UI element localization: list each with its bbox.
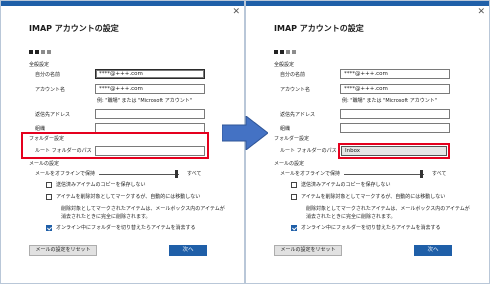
general-settings-heading: 全般設定 — [29, 62, 50, 68]
mark-delete-label: アイテムを削除対象としてマークするが、自動的には移動しない — [56, 194, 201, 200]
reply-address-input[interactable] — [340, 109, 450, 119]
account-name-input[interactable]: ****@+++.com — [340, 84, 450, 94]
mail-settings-heading: メールの設定 — [29, 161, 60, 167]
dialog-title-bar — [1, 1, 244, 6]
organization-input[interactable] — [340, 123, 450, 133]
offline-slider-track[interactable] — [99, 174, 179, 175]
next-button[interactable]: 次へ — [169, 245, 207, 256]
account-name-label: アカウント名 — [280, 87, 311, 93]
purge-on-switch-label: オンライン中にフォルダーを切り替えたらアイテムを消去する — [56, 225, 196, 231]
delete-note-line1: 削除対象としてマークされたアイテムは、メールボックス内のアイテムが — [61, 206, 225, 212]
close-icon[interactable]: ✕ — [232, 8, 240, 17]
offline-value: すべて — [432, 171, 447, 177]
purge-on-switch-label: オンライン中にフォルダーを切り替えたらアイテムを消去する — [301, 225, 441, 231]
dialog-title-bar — [246, 1, 489, 6]
account-name-example: 例: "職場" または "Microsoft アカウント" — [97, 98, 192, 104]
delete-note-line2: 消去されたときに完全に削除されます。 — [61, 214, 151, 220]
imap-settings-dialog-after: ✕ IMAP アカウントの設定 全般設定 自分の名前 ****@+++.com … — [245, 0, 490, 284]
offline-label: メールをオフラインで保持 — [35, 171, 96, 177]
imap-settings-dialog-before: ✕ IMAP アカウントの設定 全般設定 自分の名前 ****@+++.com … — [0, 0, 245, 284]
account-name-input[interactable]: ****@+++.com — [95, 84, 205, 94]
masked-account-icon — [274, 39, 304, 54]
close-icon[interactable]: ✕ — [477, 8, 485, 17]
mail-settings-heading: メールの設定 — [274, 161, 305, 167]
offline-label: メールをオフラインで保持 — [280, 171, 341, 177]
general-settings-heading: 全般設定 — [274, 62, 295, 68]
organization-label: 組織 — [280, 126, 291, 132]
delete-note-line1: 削除対象としてマークされたアイテムは、メールボックス内のアイテムが — [306, 206, 470, 212]
mark-delete-checkbox[interactable] — [46, 194, 52, 200]
reset-mail-settings-button[interactable]: メールの設定をリセット — [29, 245, 97, 256]
offline-value: すべて — [187, 171, 202, 177]
name-label: 自分の名前 — [280, 72, 306, 78]
account-name-label: アカウント名 — [35, 87, 66, 93]
folder-settings-heading: フォルダー設定 — [274, 136, 310, 142]
purge-on-switch-checkbox[interactable] — [291, 225, 297, 231]
masked-account-icon — [29, 39, 59, 54]
purge-on-switch-checkbox[interactable] — [46, 225, 52, 231]
reset-mail-settings-button[interactable]: メールの設定をリセット — [274, 245, 342, 256]
no-sent-copy-checkbox[interactable] — [291, 182, 297, 188]
account-name-example: 例: "職場" または "Microsoft アカウント" — [342, 98, 437, 104]
delete-note-line2: 消去されたときに完全に削除されます。 — [306, 214, 396, 220]
no-sent-copy-label: 送信済みアイテムのコピーを保存しない — [301, 182, 391, 188]
next-button[interactable]: 次へ — [414, 245, 452, 256]
offline-slider-track[interactable] — [344, 174, 424, 175]
root-folder-label: ルート フォルダーのパス — [280, 148, 337, 154]
reply-address-input[interactable] — [95, 109, 205, 119]
name-input[interactable]: ****@+++.com — [340, 69, 450, 79]
name-input[interactable]: ****@+++.com — [95, 69, 205, 79]
dialog-title: IMAP アカウントの設定 — [274, 24, 364, 33]
root-folder-label: ルート フォルダーのパス — [35, 148, 92, 154]
offline-slider-thumb[interactable] — [175, 170, 178, 178]
no-sent-copy-checkbox[interactable] — [46, 182, 52, 188]
right-arrow-icon — [222, 116, 268, 150]
name-label: 自分の名前 — [35, 72, 61, 78]
no-sent-copy-label: 送信済みアイテムのコピーを保存しない — [56, 182, 146, 188]
root-folder-input[interactable]: Inbox — [341, 146, 447, 156]
dialog-title: IMAP アカウントの設定 — [29, 24, 119, 33]
reply-address-label: 返信先アドレス — [35, 112, 71, 118]
offline-slider-thumb[interactable] — [420, 170, 423, 178]
reply-address-label: 返信先アドレス — [280, 112, 316, 118]
mark-delete-checkbox[interactable] — [291, 194, 297, 200]
mark-delete-label: アイテムを削除対象としてマークするが、自動的には移動しない — [301, 194, 446, 200]
folder-settings-heading: フォルダー設定 — [29, 136, 65, 142]
root-folder-input[interactable] — [95, 146, 205, 156]
